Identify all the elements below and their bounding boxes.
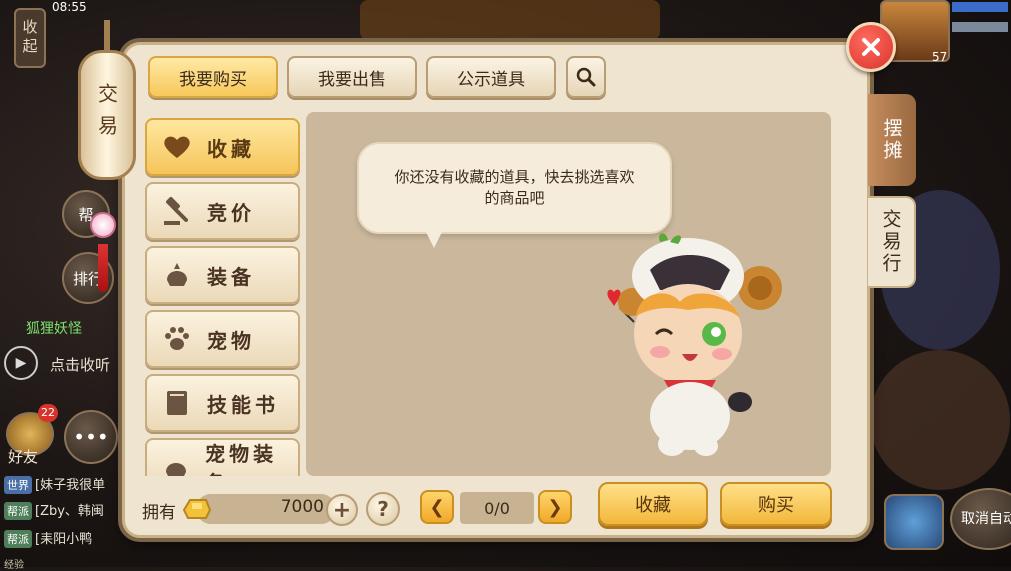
chevron-right-icon: ❯ — [547, 496, 563, 518]
sheep-mascot-illustration — [590, 230, 790, 460]
pet-bag-button[interactable] — [884, 494, 944, 550]
gold-ingot-icon — [180, 490, 214, 524]
tab-sell[interactable]: 我要出售 — [287, 56, 417, 98]
lantern-rope — [104, 20, 110, 52]
search-button[interactable] — [566, 56, 606, 98]
gavel-icon — [147, 196, 207, 226]
category-auction[interactable]: 竞价 — [145, 182, 300, 240]
pet-gear-icon — [147, 452, 205, 476]
player-level: 57 — [932, 50, 948, 64]
helmet-icon — [147, 260, 207, 290]
category-skill-books[interactable]: 技能书 — [145, 374, 300, 432]
collapse-label: 收起 — [20, 19, 39, 57]
question-icon: ? — [377, 497, 389, 521]
hp-bar — [952, 2, 1008, 12]
friends-badge: 22 — [38, 404, 58, 422]
close-icon — [862, 38, 880, 56]
voice-hint: 点击收听 — [50, 356, 111, 374]
book-icon — [147, 388, 207, 418]
chat-line[interactable]: 帮派 [Zby、韩闽 — [4, 500, 104, 520]
favorite-button[interactable]: 收藏 — [598, 482, 708, 526]
category-equipment[interactable]: 装备 — [145, 246, 300, 304]
plus-icon: + — [332, 497, 352, 523]
cancel-auto-button[interactable]: 取消自动 — [950, 488, 1011, 550]
chat-line[interactable]: 世界 [妹子我很单 — [4, 474, 105, 494]
trade-lantern-title: 交易 — [78, 50, 136, 180]
background-decoration — [360, 0, 660, 40]
chat-line[interactable]: 帮派 [耒阳小鸭 — [4, 528, 92, 548]
category-pet-equipment[interactable]: 宠物装备 — [145, 438, 300, 476]
owned-label: 拥有 — [142, 503, 176, 523]
empty-message-bubble: 你还没有收藏的道具，快去挑选喜欢的商品吧 — [357, 142, 672, 234]
add-gold-button[interactable]: + — [326, 494, 358, 526]
category-favorites[interactable]: 收藏 — [145, 118, 300, 176]
prev-page-button[interactable]: ❮ — [420, 490, 454, 524]
category-pets[interactable]: 宠物 — [145, 310, 300, 368]
tab-public-items[interactable]: 公示道具 — [426, 56, 556, 98]
search-icon — [576, 67, 596, 87]
tab-buy[interactable]: 我要购买 — [148, 56, 278, 98]
paw-icon — [147, 324, 207, 354]
tab-trading-house[interactable]: 交易行 — [868, 196, 916, 288]
lantern-charm — [90, 212, 116, 238]
pet-name-label: 狐狸妖怪 — [26, 321, 82, 337]
collapse-button[interactable]: 收起 — [14, 8, 46, 68]
gold-amount: 7000 — [280, 497, 324, 517]
mp-bar — [952, 22, 1008, 32]
background-decoration — [870, 350, 1010, 490]
empty-message: 你还没有收藏的道具，快去挑选喜欢的商品吧 — [394, 168, 635, 207]
buy-button[interactable]: 购买 — [720, 482, 832, 526]
chat-bubble-button[interactable]: ••• — [64, 410, 118, 464]
voice-play-button[interactable]: ▶ — [4, 346, 38, 380]
status-time: 08:55 — [52, 0, 87, 14]
close-button[interactable] — [846, 22, 896, 72]
bubble-tail — [424, 228, 444, 248]
chevron-left-icon: ❮ — [429, 496, 445, 518]
exp-label: 经验 — [4, 560, 24, 571]
friends-label: 好友 — [8, 448, 39, 466]
lantern-tassel — [98, 244, 108, 292]
page-indicator: 0/0 — [460, 492, 534, 524]
help-button[interactable]: ? — [366, 492, 400, 526]
tab-stall[interactable]: 摆摊 — [868, 94, 916, 186]
category-list-clip: 宠物装备 — [143, 438, 303, 476]
heart-icon — [147, 135, 207, 159]
next-page-button[interactable]: ❯ — [538, 490, 572, 524]
